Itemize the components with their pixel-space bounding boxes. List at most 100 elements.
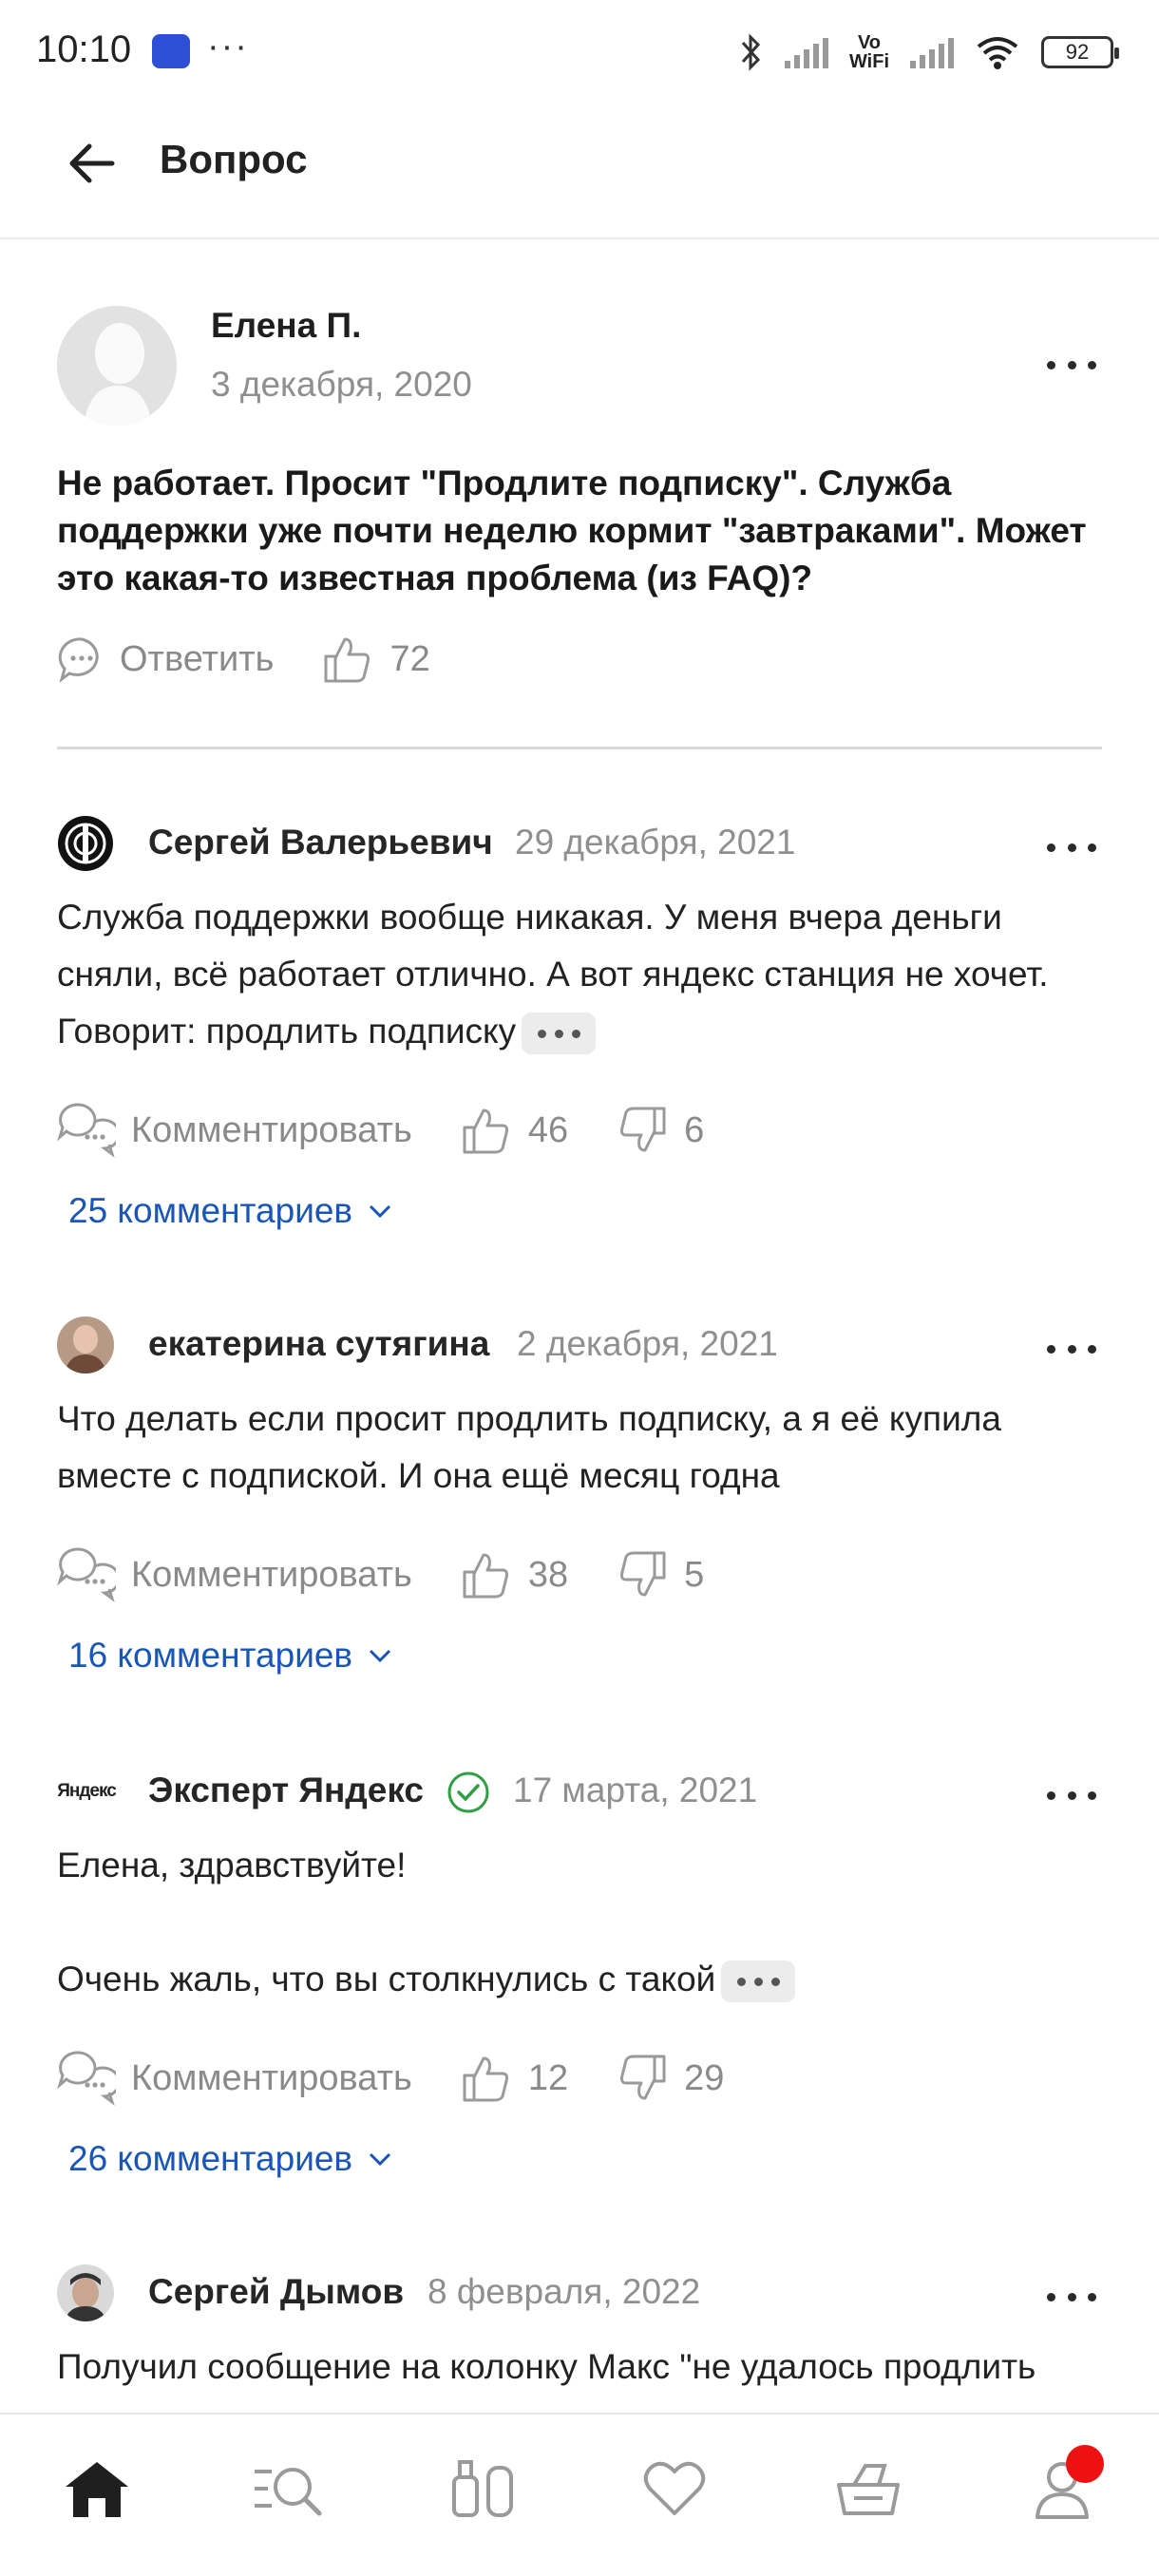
avatar[interactable]: Яндекс bbox=[57, 1763, 116, 1820]
vowifi-icon: Vo WiFi bbox=[849, 33, 889, 71]
answer-text: Елена, здравствуйте! Очень жаль, что вы … bbox=[57, 1837, 1102, 2008]
comments-count-label: 25 комментариев bbox=[68, 1191, 353, 1230]
expand-text-button[interactable] bbox=[522, 1013, 597, 1055]
answer-more-button[interactable] bbox=[1041, 1330, 1102, 1368]
verified-icon bbox=[446, 1771, 490, 1814]
comments-toggle[interactable]: 25 комментариев bbox=[68, 1191, 392, 1231]
emblem-icon bbox=[58, 816, 113, 871]
app-header: Вопрос bbox=[0, 104, 1159, 239]
chevron-down-icon bbox=[370, 2152, 391, 2167]
thumbs-down-icon[interactable] bbox=[616, 1548, 669, 1601]
chevron-down-icon bbox=[370, 1204, 391, 1219]
comment-button[interactable]: Комментировать bbox=[131, 2058, 412, 2099]
vowifi-bottom: WiFi bbox=[848, 51, 889, 72]
comment-icon[interactable] bbox=[57, 2049, 116, 2108]
answer-more-button[interactable] bbox=[1041, 1776, 1102, 1814]
notification-badge bbox=[1066, 2445, 1104, 2483]
expand-text-button[interactable] bbox=[721, 1960, 796, 2003]
user-photo-icon bbox=[57, 2264, 114, 2321]
avatar[interactable] bbox=[57, 815, 114, 872]
answer-card: Сергей Дымов 8 февраля, 2022 Получил соо… bbox=[57, 2264, 1102, 2413]
answer-date: 17 марта, 2021 bbox=[513, 1771, 758, 1809]
user-photo-icon bbox=[57, 1316, 114, 1373]
answer-card: Яндекс Эксперт Яндекс 17 марта, 2021 Еле… bbox=[57, 1763, 1102, 2200]
avatar[interactable] bbox=[57, 2264, 114, 2321]
thumbs-up-icon[interactable] bbox=[460, 1104, 513, 1157]
catalog-search-icon[interactable] bbox=[251, 2451, 327, 2527]
answer-text-line: Очень жаль, что вы столкнулись с такой bbox=[57, 1960, 716, 1998]
answer-text-line: Елена, здравствуйте! bbox=[57, 1846, 407, 1885]
profile-icon[interactable] bbox=[1024, 2445, 1104, 2527]
status-bar: 10:10 ··· Vo WiFi 92 bbox=[0, 0, 1159, 104]
answer-date: 29 декабря, 2021 bbox=[515, 823, 796, 862]
likes-count: 38 bbox=[527, 1554, 569, 1595]
answer-text: Получил сообщение на колонку Макс "не уд… bbox=[57, 2347, 1036, 2386]
avatar[interactable] bbox=[57, 306, 177, 426]
question-likes: 72 bbox=[390, 638, 430, 679]
thumbs-up-icon[interactable] bbox=[460, 2052, 513, 2105]
dislikes-count: 6 bbox=[684, 1109, 705, 1150]
thumbs-down-icon[interactable] bbox=[616, 2052, 669, 2105]
thumbs-up-icon[interactable] bbox=[460, 1548, 513, 1601]
back-button[interactable] bbox=[61, 133, 122, 194]
answer-date: 2 декабря, 2021 bbox=[517, 1324, 778, 1363]
answer-actions: Комментировать 12 29 bbox=[57, 2048, 724, 2109]
likes-count: 46 bbox=[527, 1109, 569, 1150]
answer-actions: Комментировать 38 5 bbox=[57, 1544, 704, 1605]
home-icon[interactable] bbox=[59, 2451, 135, 2527]
question-actions: Ответить 72 bbox=[57, 631, 430, 688]
reply-button[interactable]: Ответить bbox=[120, 639, 274, 680]
notification-app-icon bbox=[152, 34, 190, 68]
question-date: 3 декабря, 2020 bbox=[211, 365, 472, 404]
likes-count: 12 bbox=[527, 2057, 569, 2098]
question-more-button[interactable] bbox=[1041, 346, 1102, 384]
dislikes-count: 29 bbox=[684, 2057, 725, 2098]
avatar[interactable] bbox=[57, 1316, 114, 1373]
more-notifications-icon: ··· bbox=[207, 27, 249, 66]
comment-button[interactable]: Комментировать bbox=[131, 1555, 412, 1596]
yandex-logo-text: Яндекс bbox=[57, 1781, 116, 1801]
chevron-down-icon bbox=[370, 1649, 391, 1663]
answer-card: Сергей Валерьевич 29 декабря, 2021 Служб… bbox=[57, 815, 1102, 1252]
thumbs-down-icon[interactable] bbox=[616, 1104, 669, 1157]
page-title: Вопрос bbox=[160, 137, 308, 181]
comments-toggle[interactable]: 16 комментариев bbox=[68, 1636, 392, 1676]
comment-button[interactable]: Комментировать bbox=[131, 1110, 412, 1151]
comment-icon[interactable] bbox=[57, 1101, 116, 1160]
arrow-left-icon bbox=[69, 143, 115, 183]
answer-author[interactable]: екатерина сутягина bbox=[148, 1324, 489, 1364]
signal-icon bbox=[784, 36, 828, 68]
user-silhouette-icon bbox=[84, 323, 152, 426]
bottom-navigation bbox=[0, 2413, 1159, 2576]
dislikes-count: 5 bbox=[684, 1554, 705, 1595]
answer-author[interactable]: Сергей Дымов bbox=[148, 2272, 404, 2312]
status-icons: Vo WiFi 92 bbox=[739, 28, 1119, 76]
favorites-icon[interactable] bbox=[636, 2451, 712, 2527]
battery-icon: 92 bbox=[1041, 36, 1119, 68]
answer-author[interactable]: Сергей Валерьевич bbox=[148, 823, 493, 862]
answer-text: Служба поддержки вообще никакая. У меня … bbox=[57, 889, 1102, 1060]
question-author[interactable]: Елена П. bbox=[211, 306, 361, 346]
answer-text: Что делать если просит продлить подписку… bbox=[57, 1399, 1001, 1495]
comments-toggle[interactable]: 26 комментариев bbox=[68, 2139, 392, 2179]
answer-card: екатерина сутягина 2 декабря, 2021 Что д… bbox=[57, 1316, 1102, 1696]
comment-icon[interactable] bbox=[57, 1545, 116, 1604]
thumbs-up-icon[interactable] bbox=[321, 633, 374, 686]
comments-count-label: 26 комментариев bbox=[68, 2139, 353, 2178]
bluetooth-icon bbox=[741, 33, 761, 71]
divider bbox=[57, 747, 1102, 749]
cart-icon[interactable] bbox=[830, 2451, 906, 2527]
answer-author[interactable]: Эксперт Яндекс bbox=[148, 1771, 424, 1810]
answer-date: 8 февраля, 2022 bbox=[428, 2272, 701, 2311]
status-time: 10:10 bbox=[36, 28, 132, 70]
signal-2-icon bbox=[910, 36, 954, 68]
vowifi-top: Vo bbox=[857, 32, 882, 53]
compare-icon[interactable] bbox=[445, 2451, 521, 2527]
wifi-icon bbox=[977, 37, 1018, 69]
answer-more-button[interactable] bbox=[1041, 2278, 1102, 2316]
question-text: Не работает. Просит "Продлите подписку".… bbox=[57, 464, 1087, 597]
reply-icon[interactable] bbox=[57, 635, 106, 684]
comments-count-label: 16 комментариев bbox=[68, 1636, 353, 1675]
answer-more-button[interactable] bbox=[1041, 828, 1102, 866]
answer-actions: Комментировать 46 6 bbox=[57, 1100, 704, 1161]
